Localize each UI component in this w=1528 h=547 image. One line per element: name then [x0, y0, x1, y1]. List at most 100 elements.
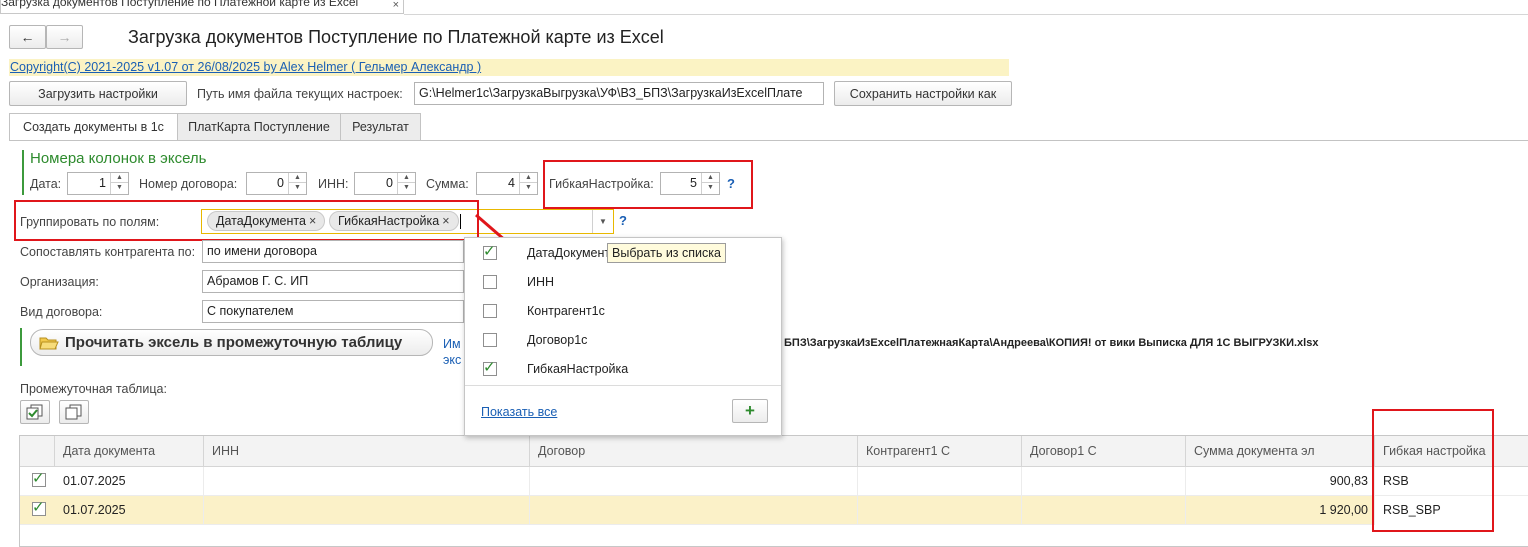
- section-accent-bar: [22, 150, 24, 195]
- table-cell: [1022, 467, 1186, 496]
- page-title: Загрузка документов Поступление по Плате…: [128, 27, 664, 47]
- file-info-prefix: Им: [443, 337, 461, 351]
- settings-path-field[interactable]: G:\Helmer1c\ЗагрузкаВыгрузка\УФ\ВЗ_БПЗ\З…: [414, 82, 824, 105]
- checkmark-icon: ✓: [483, 359, 496, 376]
- annotation-box-flex: [543, 160, 753, 209]
- add-icon[interactable]: +: [732, 399, 768, 423]
- window-tab-title: Загрузка документов Поступление по Плате…: [1, 0, 359, 9]
- dropdown-checkbox[interactable]: [483, 304, 497, 318]
- stepper-arrows-icon[interactable]: ▲ ▼: [397, 173, 415, 194]
- intermediate-table-label: Промежуточная таблица:: [20, 382, 167, 396]
- settings-path-label: Путь имя файла текущих настроек:: [197, 87, 403, 101]
- table-cell: 1 920,00: [1186, 496, 1375, 525]
- annotation-box-group-by: [14, 200, 479, 241]
- intermediate-table: Дата документа ИНН Договор Контрагент1 С…: [19, 435, 1528, 547]
- table-header[interactable]: Договор: [530, 436, 858, 467]
- save-settings-as-button[interactable]: Сохранить настройки как: [834, 81, 1012, 106]
- sum-column-value: 4: [508, 176, 515, 190]
- match-counterparty-label: Сопоставлять контрагента по:: [20, 245, 196, 259]
- table-cell: [204, 467, 530, 496]
- inn-column-stepper[interactable]: 0 ▲ ▼: [354, 172, 416, 195]
- tooltip: Выбрать из списка: [607, 243, 726, 263]
- table-cell: [530, 467, 858, 496]
- table-cell: [858, 467, 1022, 496]
- window-tab[interactable]: Загрузка документов Поступление по Плате…: [0, 0, 404, 14]
- dropdown-item-flex[interactable]: ✓ ГибкаяНастройка: [465, 355, 783, 384]
- load-settings-button[interactable]: Загрузить настройки: [9, 81, 187, 106]
- dropdown-checkbox[interactable]: [483, 275, 497, 289]
- show-all-link[interactable]: Показать все: [481, 405, 557, 419]
- file-path: БПЗ\ЗагрузкаИзExcelПлатежнаяКарта\Андрее…: [784, 337, 1319, 349]
- dropdown-divider: [465, 385, 781, 386]
- table-cell: 900,83: [1186, 467, 1375, 496]
- date-column-stepper[interactable]: 1 ▲ ▼: [67, 172, 129, 195]
- sum-column-stepper[interactable]: 4 ▲ ▼: [476, 172, 538, 195]
- dropdown-item-contract[interactable]: Договор1с: [465, 326, 783, 355]
- group-by-dropdown: ✓ ДатаДокумент ИНН Контрагент1с Договор1…: [464, 237, 782, 436]
- dropdown-item-label: ИНН: [527, 275, 555, 289]
- forward-button[interactable]: →: [46, 25, 83, 49]
- table-header[interactable]: ИНН: [204, 436, 530, 467]
- organization-field[interactable]: Абрамов Г. С. ИП: [202, 270, 464, 293]
- dropdown-checkbox[interactable]: [483, 333, 497, 347]
- close-icon[interactable]: ×: [393, 0, 399, 11]
- arrow-right-icon: →: [57, 29, 72, 45]
- folder-open-icon: [39, 337, 59, 349]
- dropdown-checkbox[interactable]: ✓: [483, 359, 497, 376]
- table-header[interactable]: Договор1 С: [1022, 436, 1186, 467]
- date-column-label: Дата:: [30, 177, 62, 191]
- dropdown-item-counterparty[interactable]: Контрагент1с: [465, 297, 783, 326]
- table-cell: [530, 496, 858, 525]
- copyright-link[interactable]: Copyright(C) 2021-2025 v1.07 от 26/08/20…: [9, 59, 1009, 76]
- tab-strip-divider: [404, 14, 1528, 15]
- checkmark-icon: ✓: [32, 470, 45, 487]
- table-cell: 01.07.2025: [55, 496, 204, 525]
- table-header[interactable]: Сумма документа эл: [1186, 436, 1375, 467]
- dropdown-item-label: Договор1с: [527, 333, 588, 347]
- contract-type-label: Вид договора:: [20, 305, 103, 319]
- dropdown-item-inn[interactable]: ИНН: [465, 268, 783, 297]
- inn-column-value: 0: [386, 176, 393, 190]
- row-checkbox[interactable]: ✓: [32, 499, 46, 516]
- read-excel-button[interactable]: Прочитать эксель в промежуточную таблицу: [30, 329, 433, 356]
- sum-column-label: Сумма:: [426, 177, 469, 191]
- table-row[interactable]: ✓ 01.07.2025 1 920,00 RSB_SBP: [20, 496, 1528, 525]
- table-header-check: [20, 436, 55, 467]
- row-checkbox[interactable]: ✓: [32, 470, 46, 487]
- table-cell: [1022, 496, 1186, 525]
- inn-column-label: ИНН:: [318, 177, 349, 191]
- table-cell: [858, 496, 1022, 525]
- columns-section-header: Номера колонок в эксель: [30, 150, 207, 167]
- stepper-arrows-icon[interactable]: ▲ ▼: [519, 173, 537, 194]
- uncheck-all-button[interactable]: [59, 400, 89, 424]
- back-button[interactable]: ←: [9, 25, 46, 49]
- check-all-button[interactable]: [20, 400, 50, 424]
- group-by-help-icon[interactable]: ?: [619, 213, 627, 228]
- table-header[interactable]: Дата документа: [55, 436, 204, 467]
- date-column-value: 1: [99, 176, 106, 190]
- checkmark-icon: ✓: [483, 243, 496, 260]
- tab-result[interactable]: Результат: [340, 113, 421, 140]
- dropdown-item-label: ДатаДокумент: [527, 246, 611, 260]
- table-header[interactable]: Контрагент1 С: [858, 436, 1022, 467]
- file-info-prefix-2: экс: [443, 353, 462, 367]
- uncheck-all-icon: [65, 404, 82, 420]
- arrow-left-icon: ←: [20, 29, 35, 45]
- annotation-box-flex-column: [1372, 409, 1494, 532]
- tab-create-documents[interactable]: Создать документы в 1с: [9, 113, 178, 141]
- contract-column-stepper[interactable]: 0 ▲ ▼: [246, 172, 307, 195]
- dropdown-arrow-icon[interactable]: ▼: [592, 210, 613, 233]
- dropdown-item-label: ГибкаяНастройка: [527, 362, 629, 376]
- contract-type-field[interactable]: С покупателем: [202, 300, 464, 323]
- stepper-arrows-icon[interactable]: ▲ ▼: [288, 173, 306, 194]
- tab-content-border: [9, 140, 1528, 141]
- table-row[interactable]: ✓ 01.07.2025 900,83 RSB: [20, 467, 1528, 496]
- match-counterparty-field[interactable]: по имени договора: [202, 240, 464, 263]
- dropdown-checkbox[interactable]: ✓: [483, 243, 497, 260]
- tab-card-receipt[interactable]: ПлатКарта Поступление: [177, 113, 341, 140]
- stepper-arrows-icon[interactable]: ▲ ▼: [110, 173, 128, 194]
- contract-column-label: Номер договора:: [139, 177, 238, 191]
- checkmark-icon: ✓: [32, 499, 45, 516]
- section-accent-bar: [20, 328, 22, 366]
- table-cell: [204, 496, 530, 525]
